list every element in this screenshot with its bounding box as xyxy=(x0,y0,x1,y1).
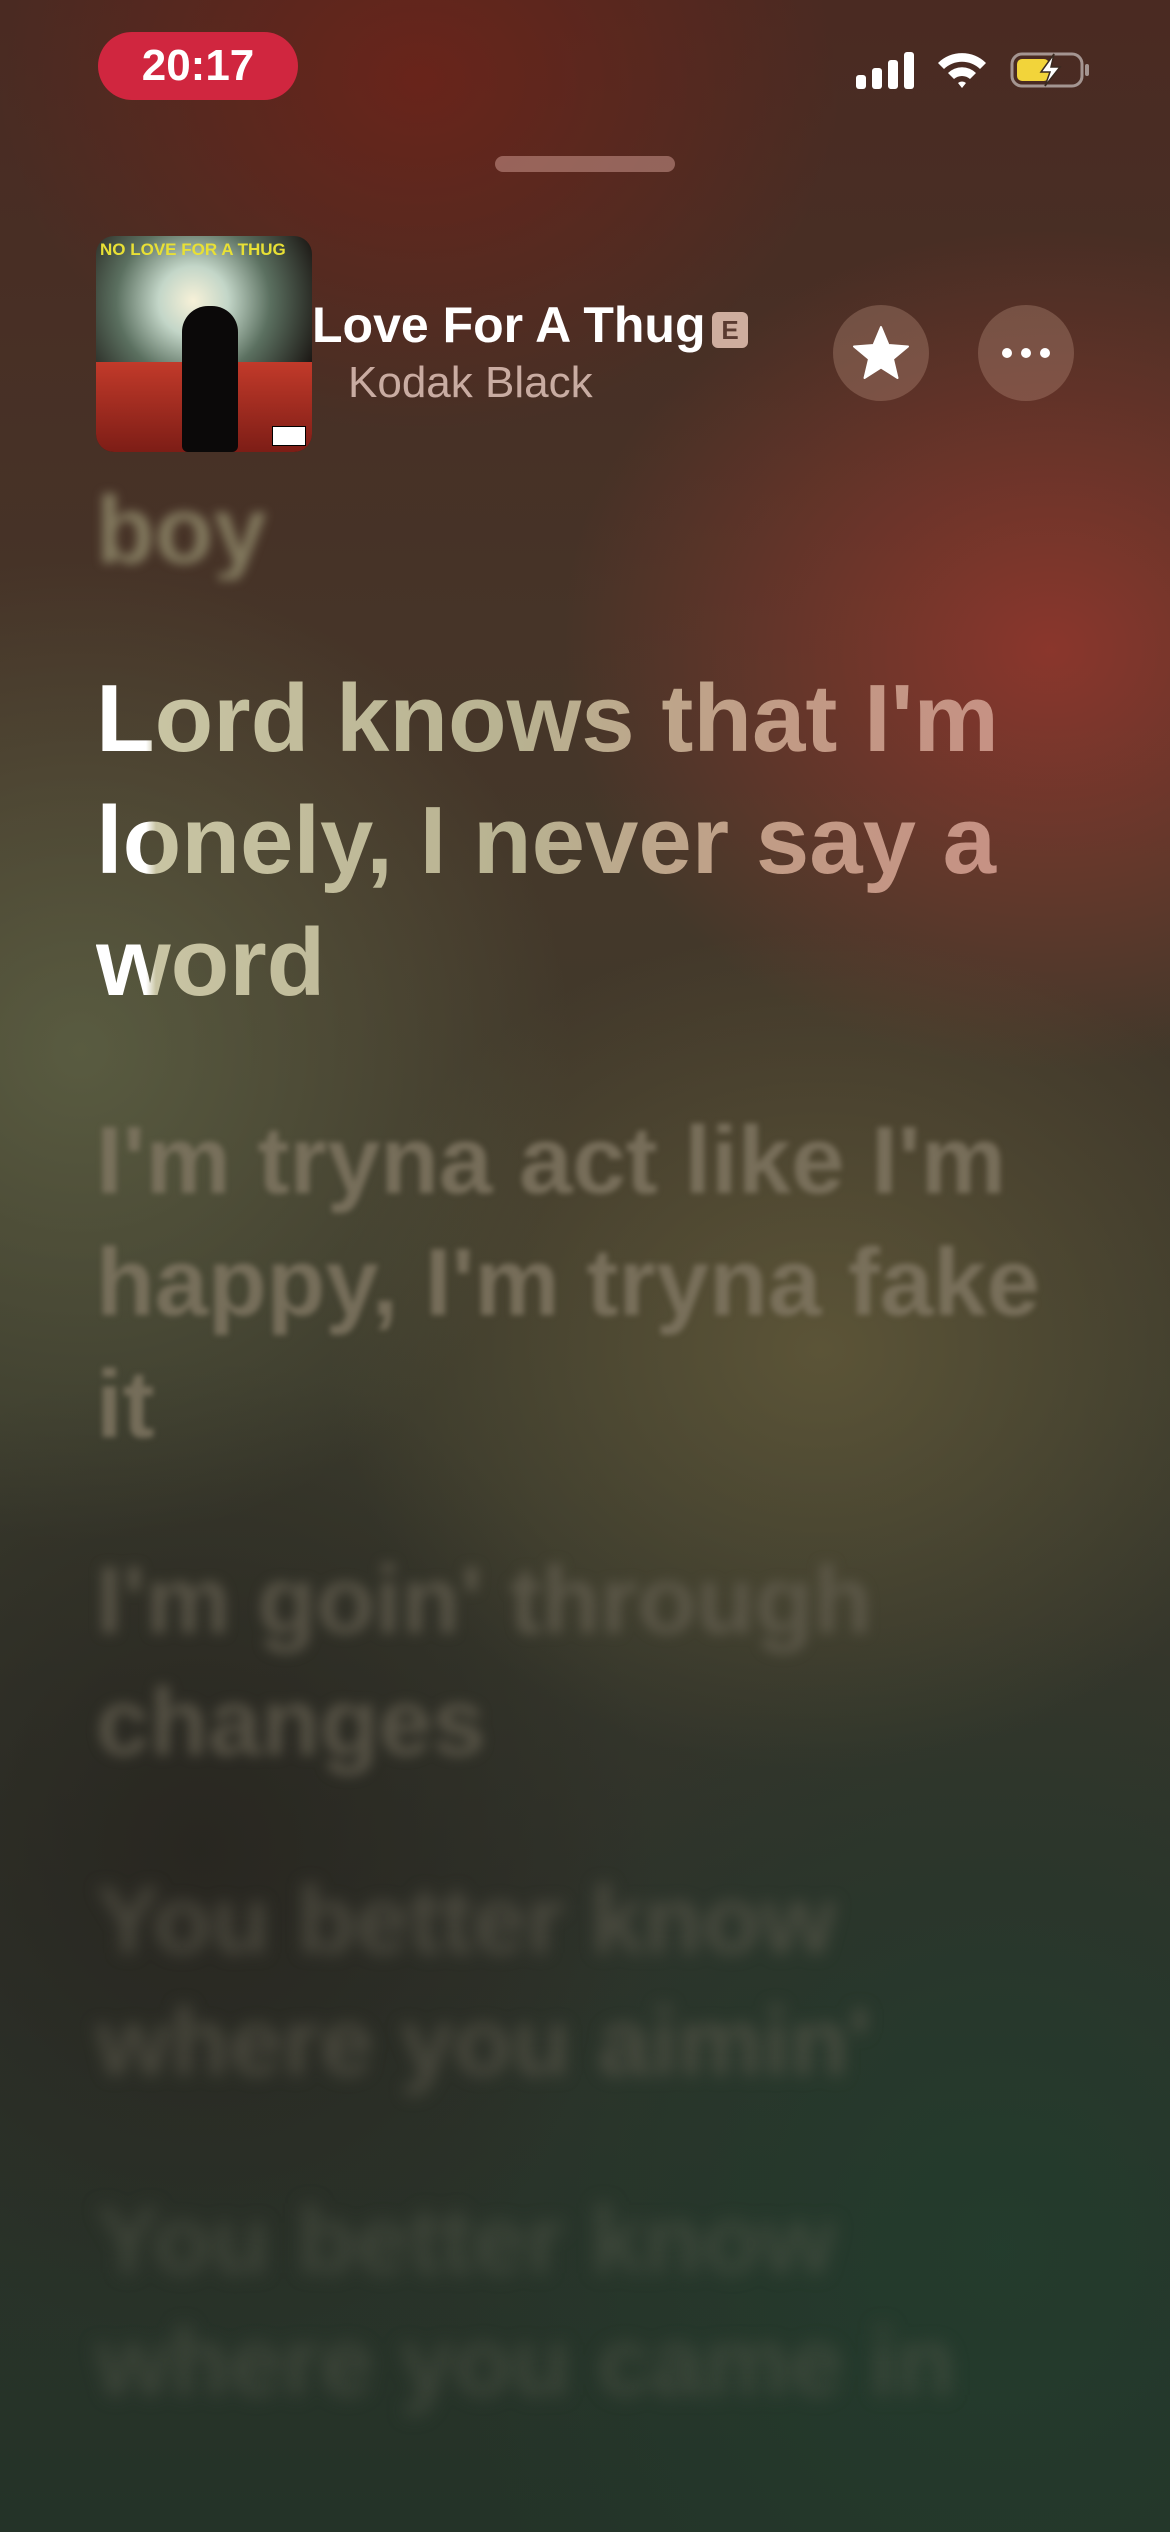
battery-charging-icon xyxy=(1010,50,1092,90)
ellipsis-icon xyxy=(1002,348,1050,358)
sheet-grabber[interactable] xyxy=(495,156,675,172)
song-title[interactable]: Love For A Thug xyxy=(312,296,705,354)
artist-name[interactable]: Kodak Black xyxy=(348,358,593,408)
star-icon xyxy=(853,326,909,379)
upcoming-lyric-line[interactable]: You better know where you aimin' xyxy=(96,1860,1096,2104)
wifi-icon xyxy=(936,50,988,90)
status-time: 20:17 xyxy=(98,32,298,100)
upcoming-lyric-line[interactable]: I'm tryna act like I'm happy, I'm tryna … xyxy=(96,1100,1096,1466)
parental-advisory-label xyxy=(272,426,306,446)
upcoming-lyric-line[interactable]: I'm goin' through changes xyxy=(96,1540,1096,1784)
favorite-button[interactable] xyxy=(833,305,929,401)
upcoming-lyric-line[interactable]: You better know where you came in xyxy=(96,2180,1096,2424)
album-artwork[interactable]: NO LOVE FOR A THUG xyxy=(96,236,312,452)
status-icons xyxy=(856,50,1092,90)
more-options-button[interactable] xyxy=(978,305,1074,401)
artwork-figure xyxy=(182,306,238,452)
current-lyric-line[interactable]: Lord knows that I'm lonely, I never say … xyxy=(96,658,1096,1024)
cellular-signal-icon xyxy=(856,51,914,89)
explicit-badge: E xyxy=(712,312,748,348)
previous-lyric-line[interactable]: boy xyxy=(96,470,1096,580)
artwork-title: NO LOVE FOR A THUG xyxy=(100,240,286,259)
